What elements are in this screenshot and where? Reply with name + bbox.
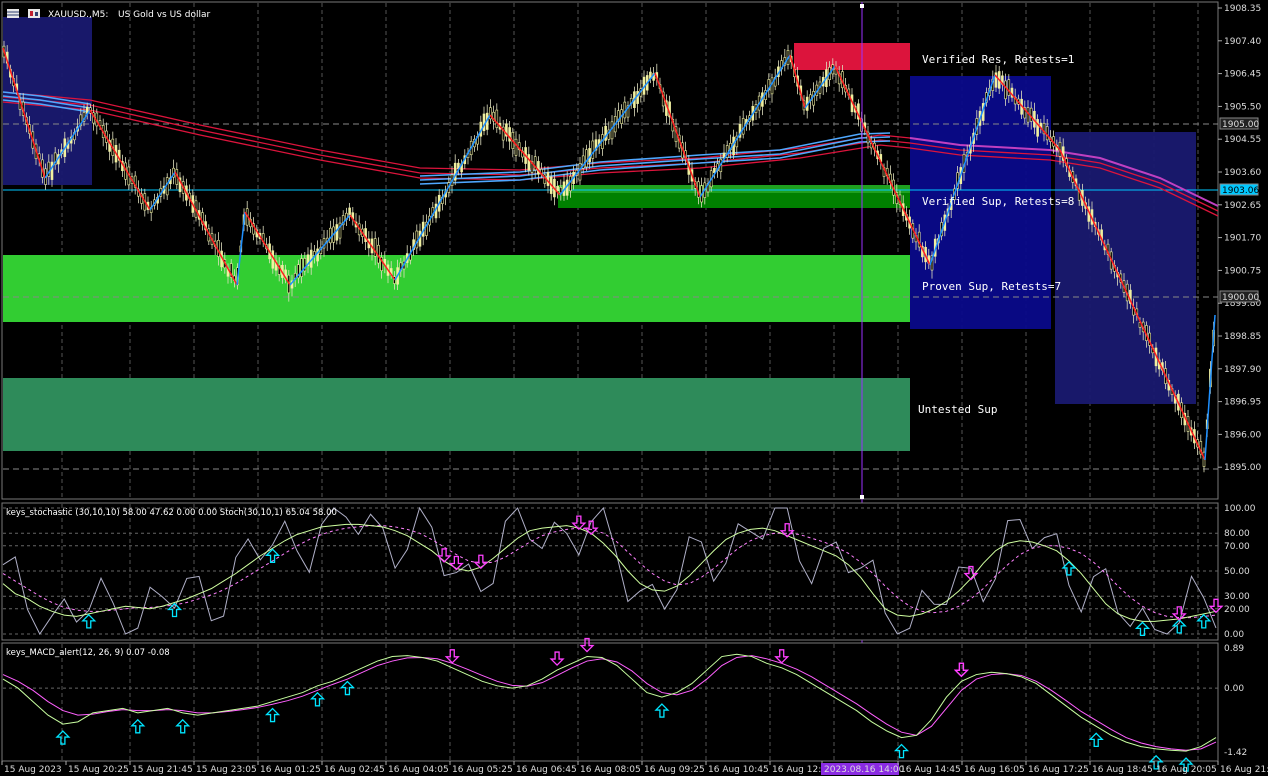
candle-body [527,154,531,171]
macd-pane[interactable]: keys_MACD_alert(12, 26, 9) 0.07 -0.08 [1,637,1219,772]
candle-body [335,224,339,241]
candle-body [1029,107,1033,122]
price-tick-label: 1907.40 [1224,37,1261,47]
stoch-tick-label: 30.00 [1224,592,1250,602]
price-pane[interactable]: Verified Res, Retests=1 Verified Sup, Re… [1,1,1219,500]
price-tick-label: 1902.65 [1224,201,1261,211]
candle-body [578,163,582,181]
time-label: 16 Aug 04:05 [388,765,449,775]
price-box-1900: 1900.00 [1222,293,1259,303]
candle-body [1007,79,1011,96]
untested-sup-zone [3,378,910,451]
macd-tick-label: 0.00 [1224,684,1244,694]
macd-tick-label: 0.89 [1224,644,1244,654]
stoch-tick-label: 70.00 [1224,542,1250,552]
time-label: 15 Aug 21:45 [132,765,193,775]
price-axis[interactable]: 1908.35 1907.40 1906.45 1905.50 1904.55 1903.… [1218,0,1268,776]
time-label: 16 Aug 06:45 [516,765,577,775]
time-label: 16 Aug 02:45 [324,765,385,775]
time-label: 16 Aug 16:05 [964,765,1025,775]
stoch-tick-label: 0.00 [1224,630,1244,640]
stoch-tick-label: 100.00 [1224,504,1256,514]
stoch-tick-label: 20.00 [1224,605,1250,615]
candle-body [537,161,540,175]
time-label: 16 Aug 14:45 [900,765,961,775]
time-label: 15 Aug 2023 [4,765,62,775]
time-label: 16 Aug 17:25 [1028,765,1089,775]
price-tick-label: 1901.70 [1224,234,1261,244]
candle-body [50,161,54,180]
session-box-3 [1055,132,1196,404]
time-label: 15 Aug 23:05 [196,765,257,775]
candle-body [546,171,550,186]
symbol-description: US Gold vs US dollar [118,10,210,20]
price-tick-label: 1896.95 [1224,398,1261,408]
price-tick-label: 1904.55 [1224,135,1261,145]
stoch-tick-label: 80.00 [1224,529,1250,539]
candle-body [741,118,745,135]
verified-res-label: Verified Res, Retests=1 [922,53,1074,66]
candle-body [329,227,332,244]
symbol-label: XAUUSD.,M5: [48,10,108,20]
price-box-1905: 1905.00 [1222,120,1259,130]
verified-sup-zone-light [558,185,910,193]
time-label: 16 Aug 05:25 [452,765,513,775]
time-label: 2023.08.16 14:00 [824,765,905,775]
proven-sup-zone [3,255,910,322]
candle-body [636,91,639,104]
verified-sup-label: Verified Sup, Retests=8 [922,195,1074,208]
candle-body [316,248,319,262]
time-label: 16 Aug 10:45 [708,765,769,775]
price-tick-label: 1896.00 [1224,430,1261,440]
candle-body [482,113,486,132]
price-tick-label: 1903.60 [1224,168,1261,178]
price-tick-label: 1898.85 [1224,332,1261,342]
axis-bg [1219,0,1268,776]
price-tick-label: 1895.00 [1224,463,1261,473]
proven-sup-label: Proven Sup, Retests=7 [922,280,1061,293]
candle-body [1036,119,1039,137]
candle-body [556,185,559,192]
price-tick-label: 1897.90 [1224,365,1261,375]
candle-body [495,109,499,128]
stoch-tick-label: 50.00 [1224,567,1250,577]
price-tick-label: 1906.45 [1224,70,1261,80]
candle-body [300,258,303,277]
chart-type-icon[interactable] [28,9,40,18]
candle-body [1045,126,1049,141]
price-tick-label: 1900.75 [1224,266,1261,276]
candle-body [591,140,595,159]
candle-body [585,149,588,168]
trading-chart[interactable]: Verified Res, Retests=1 Verified Sup, Re… [0,0,1268,776]
current-price-label: 1903.06 [1222,186,1259,196]
macd-title: keys_MACD_alert(12, 26, 9) 0.07 -0.08 [6,648,170,658]
stochastic-title: keys_stochastic (30,10,10) 58.00 47.62 0… [6,508,337,518]
time-label: 16 Aug 08:05 [580,765,641,775]
verified-res-zone [794,43,910,70]
time-label: 16 Aug 20:05 [1156,765,1217,775]
time-label: 16 Aug 21:2 [1220,765,1268,775]
time-label: 16 Aug 01:25 [260,765,321,775]
candle-body [1004,80,1007,100]
stochastic-pane[interactable]: keys_stochastic (30,10,10) 58.00 47.62 0… [1,502,1224,641]
time-label: 16 Aug 18:45 [1092,765,1153,775]
price-tick-label: 1908.35 [1224,4,1261,14]
price-tick-label: 1905.50 [1224,102,1261,112]
macd-tick-label: -1.42 [1224,748,1247,758]
window-menu-icon[interactable] [7,9,19,18]
time-label: 16 Aug 09:25 [644,765,705,775]
untested-sup-label: Untested Sup [918,403,997,416]
candle-body [514,138,518,156]
time-label: 15 Aug 20:25 [68,765,129,775]
time-axis[interactable]: 15 Aug 2023 15 Aug 20:25 15 Aug 21:45 15 Au… [1,761,1268,775]
